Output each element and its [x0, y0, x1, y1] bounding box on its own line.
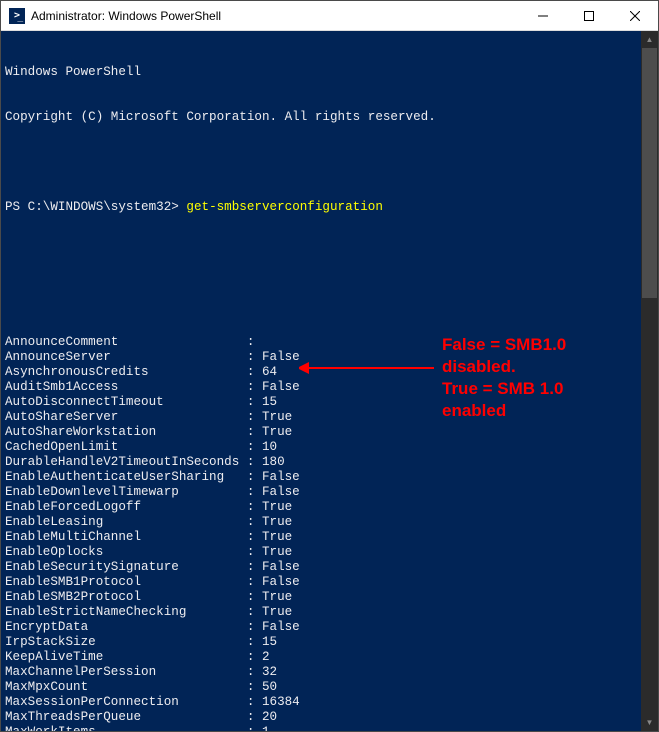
annotation-line-2: disabled. [442, 356, 566, 378]
close-icon [630, 11, 640, 21]
powershell-icon [9, 8, 25, 24]
config-row: EnableDownlevelTimewarp : False [5, 485, 654, 500]
config-row: EnableMultiChannel : True [5, 530, 654, 545]
blank-line [5, 155, 654, 170]
maximize-icon [584, 11, 594, 21]
annotation-line-1: False = SMB1.0 [442, 334, 566, 356]
config-row: EnableOplocks : True [5, 545, 654, 560]
config-row: MaxSessionPerConnection : 16384 [5, 695, 654, 710]
blank-line [5, 290, 654, 305]
prompt: PS C:\WINDOWS\system32> [5, 200, 179, 214]
annotation-line-4: enabled [442, 400, 566, 422]
command-line: PS C:\WINDOWS\system32> get-smbservercon… [5, 200, 654, 215]
config-row: EnableStrictNameChecking : True [5, 605, 654, 620]
annotation-line-3: True = SMB 1.0 [442, 378, 566, 400]
config-row: EnableLeasing : True [5, 515, 654, 530]
window-title: Administrator: Windows PowerShell [31, 9, 520, 23]
config-row: IrpStackSize : 15 [5, 635, 654, 650]
config-row: MaxMpxCount : 50 [5, 680, 654, 695]
command-input: get-smbserverconfiguration [186, 200, 383, 214]
minimize-icon [538, 11, 548, 21]
scroll-up-button[interactable]: ▲ [641, 31, 658, 48]
window-controls [520, 1, 658, 30]
header-line-1: Windows PowerShell [5, 65, 654, 80]
config-row: MaxChannelPerSession : 32 [5, 665, 654, 680]
header-line-2: Copyright (C) Microsoft Corporation. All… [5, 110, 654, 125]
blank-line [5, 245, 654, 260]
config-row: EnableSecuritySignature : False [5, 560, 654, 575]
scrollbar[interactable]: ▲ ▼ [641, 31, 658, 731]
config-row: DurableHandleV2TimeoutInSeconds : 180 [5, 455, 654, 470]
maximize-button[interactable] [566, 1, 612, 30]
titlebar[interactable]: Administrator: Windows PowerShell [1, 1, 658, 31]
config-row: AutoShareWorkstation : True [5, 425, 654, 440]
config-row: EnableForcedLogoff : True [5, 500, 654, 515]
config-row: MaxWorkItems : 1 [5, 725, 654, 731]
scroll-down-button[interactable]: ▼ [641, 714, 658, 731]
config-row: CachedOpenLimit : 10 [5, 440, 654, 455]
annotation-text: False = SMB1.0 disabled. True = SMB 1.0 … [442, 334, 566, 422]
close-button[interactable] [612, 1, 658, 30]
config-row: EnableAuthenticateUserSharing : False [5, 470, 654, 485]
config-row: KeepAliveTime : 2 [5, 650, 654, 665]
powershell-window: Administrator: Windows PowerShell Window… [0, 0, 659, 732]
config-row: EnableSMB2Protocol : True [5, 590, 654, 605]
scrollbar-thumb[interactable] [642, 48, 657, 298]
minimize-button[interactable] [520, 1, 566, 30]
config-row: MaxThreadsPerQueue : 20 [5, 710, 654, 725]
config-row: EncryptData : False [5, 620, 654, 635]
config-row: EnableSMB1Protocol : False [5, 575, 654, 590]
